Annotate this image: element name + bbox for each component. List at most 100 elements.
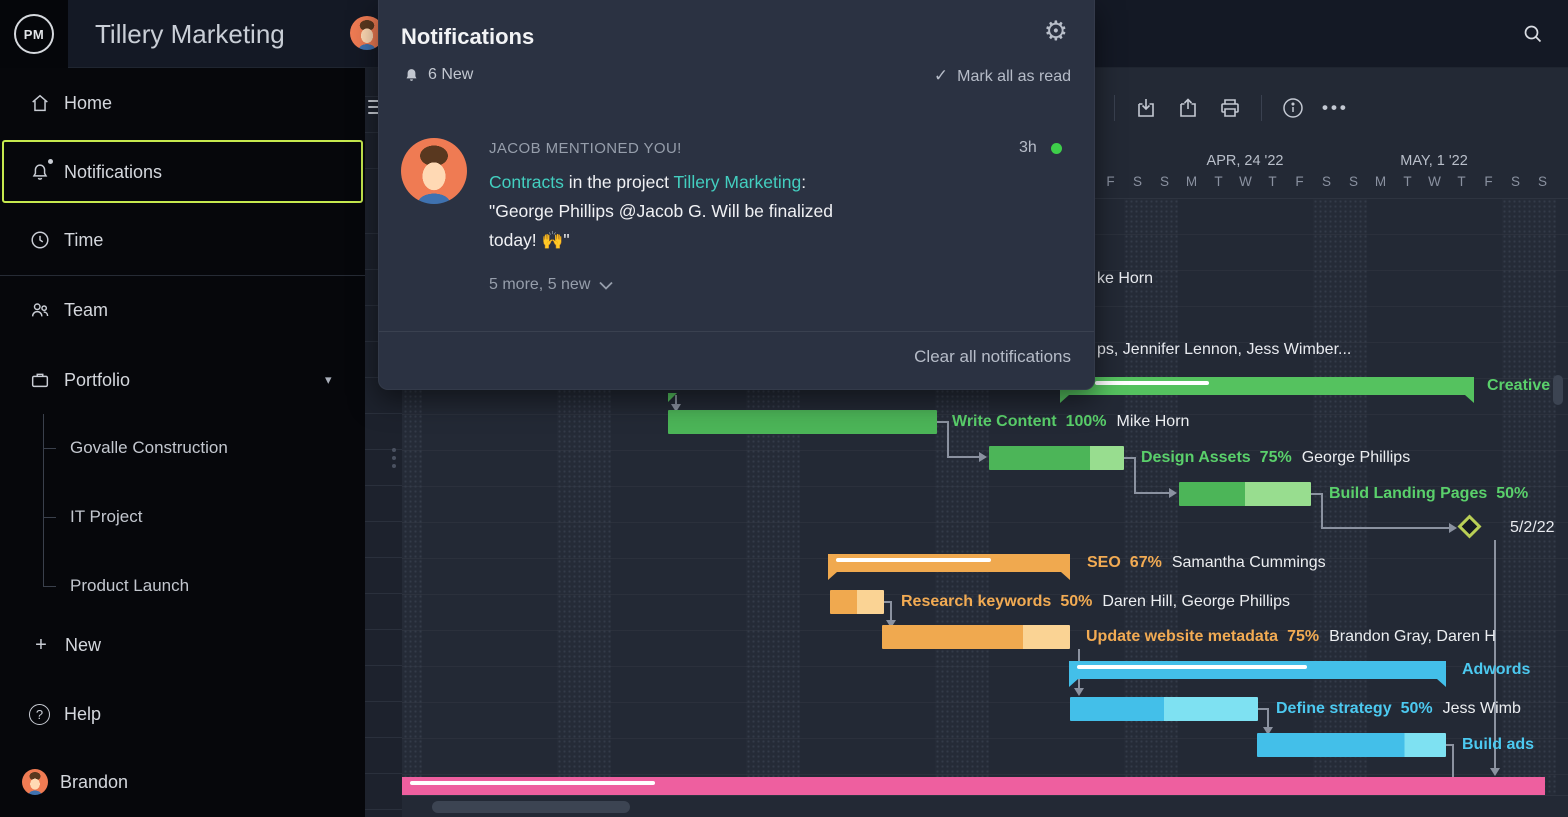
project-label: Product Launch <box>70 576 189 596</box>
pm-logo-icon: PM <box>14 14 54 54</box>
gantt-bar-creative[interactable] <box>1060 377 1474 395</box>
dependency-line <box>675 395 677 404</box>
tree-tick <box>43 586 56 587</box>
notification-text: : <box>801 172 806 192</box>
sidebar-project-it[interactable]: IT Project <box>70 502 142 532</box>
sidebar-item-label: New <box>65 635 101 656</box>
notification-heading: JACOB MENTIONED YOU! <box>489 140 682 157</box>
sidebar-item-home[interactable]: Home <box>0 85 365 121</box>
panel-footer: Clear all notifications <box>379 331 1094 390</box>
gantt-bar-research-keywords[interactable] <box>830 590 884 614</box>
task-percent: 75% <box>1287 628 1319 645</box>
day-label: M <box>1178 174 1205 189</box>
gantt-bar-build-ads[interactable] <box>1257 733 1446 757</box>
sidebar-item-notifications[interactable]: Notifications <box>0 154 365 190</box>
assignee-text: Mike Horn <box>1117 413 1190 430</box>
day-label: F <box>1475 174 1502 189</box>
info-icon[interactable] <box>1281 96 1305 120</box>
task-label: Define strategy <box>1276 700 1392 717</box>
gantt-bar-project-summary[interactable] <box>402 777 1545 796</box>
gantt-bar-build-landing-pages[interactable] <box>1179 482 1311 506</box>
day-label: T <box>1394 174 1421 189</box>
gantt-bar-seo[interactable] <box>828 554 1070 572</box>
assignee-text: Samantha Cummings <box>1172 554 1326 571</box>
share-icon[interactable] <box>1176 96 1200 120</box>
show-more-button[interactable]: 5 more, 5 new <box>489 276 613 294</box>
day-label: T <box>1448 174 1475 189</box>
task-percent: 67% <box>1130 554 1162 571</box>
day-label: T <box>1205 174 1232 189</box>
sidebar-item-user[interactable]: Brandon <box>0 764 365 800</box>
toolbar-divider <box>1261 95 1262 121</box>
search-icon[interactable] <box>1516 17 1550 51</box>
gantt-bar-adwords[interactable] <box>1069 661 1446 679</box>
download-icon[interactable] <box>1134 96 1158 120</box>
sidebar-project-govalle[interactable]: Govalle Construction <box>70 433 228 463</box>
sidebar-item-portfolio[interactable]: Portfolio ▾ <box>0 362 365 398</box>
task-label: Write Content <box>952 413 1057 430</box>
dependency-line <box>947 456 979 458</box>
sidebar-item-label: Brandon <box>60 772 128 793</box>
team-icon <box>29 299 51 321</box>
bell-icon <box>403 67 420 84</box>
milestone-date: 5/2/22 <box>1510 516 1568 540</box>
task-percent: 50% <box>1496 485 1528 502</box>
project-link[interactable]: Tillery Marketing <box>674 172 802 192</box>
chevron-down-icon <box>599 281 613 290</box>
notification-line-1: Contracts in the project Tillery Marketi… <box>489 172 806 193</box>
day-label: S <box>1313 174 1340 189</box>
horizontal-scrollbar[interactable] <box>432 801 630 813</box>
month-label: APR, 24 '22 <box>1207 153 1284 169</box>
vertical-scrollbar[interactable] <box>1553 375 1563 405</box>
notifications-panel: Notifications ⚙ 6 New ✓Mark all as read … <box>378 0 1095 390</box>
sidebar-item-team[interactable]: Team <box>0 292 365 328</box>
notification-line-2: "George Phillips @Jacob G. Will be final… <box>489 201 833 222</box>
show-more-label: 5 more, 5 new <box>489 276 590 294</box>
more-icon[interactable]: ••• <box>1322 98 1349 118</box>
sender-avatar[interactable] <box>401 138 467 204</box>
sidebar-item-help[interactable]: ? Help <box>0 696 365 732</box>
print-icon[interactable] <box>1218 96 1242 120</box>
dependency-line <box>1452 744 1454 777</box>
sidebar-divider <box>0 275 365 276</box>
task-link[interactable]: Contracts <box>489 172 564 192</box>
dependency-line <box>1267 708 1269 728</box>
sidebar-project-product-launch[interactable]: Product Launch <box>70 571 189 601</box>
project-label: IT Project <box>70 507 142 527</box>
sidebar: Home Notifications Time Team Portfolio ▾… <box>0 68 365 817</box>
clock-icon <box>29 229 51 251</box>
day-label: S <box>1502 174 1529 189</box>
task-label: Design Assets <box>1141 449 1251 466</box>
sidebar-item-label: Help <box>64 704 101 725</box>
dependency-arrow <box>1449 523 1457 533</box>
bell-icon <box>29 161 51 183</box>
task-percent: 100% <box>1066 413 1107 430</box>
assignee-text: Daren Hill, George Phillips <box>1102 593 1290 610</box>
assignee-text: ke Horn <box>1097 270 1153 288</box>
sidebar-item-time[interactable]: Time <box>0 222 365 258</box>
chevron-down-icon[interactable]: ▾ <box>325 372 332 388</box>
gantt-bar-define-strategy[interactable] <box>1070 697 1258 721</box>
day-label: W <box>1232 174 1259 189</box>
notification-text: in the project <box>564 172 674 192</box>
day-label: T <box>1259 174 1286 189</box>
gear-icon[interactable]: ⚙ <box>1044 18 1068 45</box>
task-label: Update website metadata <box>1086 628 1278 645</box>
drag-handle-icon[interactable] <box>392 448 396 472</box>
chart-border <box>402 795 1568 796</box>
panel-title: Notifications <box>401 24 534 50</box>
dependency-arrow <box>1074 688 1084 696</box>
check-icon: ✓ <box>934 66 948 85</box>
toolbar-divider <box>1114 95 1115 121</box>
sidebar-item-new[interactable]: + New <box>0 627 365 663</box>
task-label: Research keywords <box>901 593 1051 610</box>
clear-all-button[interactable]: Clear all notifications <box>914 347 1071 367</box>
gantt-bar-write-content[interactable] <box>668 410 937 434</box>
task-percent: 50% <box>1060 593 1092 610</box>
mark-all-read-button[interactable]: ✓Mark all as read <box>934 66 1071 86</box>
new-count: 6 New <box>403 66 473 84</box>
task-label: Creative <box>1487 377 1550 394</box>
gantt-bar-design-assets[interactable] <box>989 446 1124 470</box>
app-logo[interactable]: PM <box>0 0 68 68</box>
gantt-bar-update-website-metadata[interactable] <box>882 625 1070 649</box>
